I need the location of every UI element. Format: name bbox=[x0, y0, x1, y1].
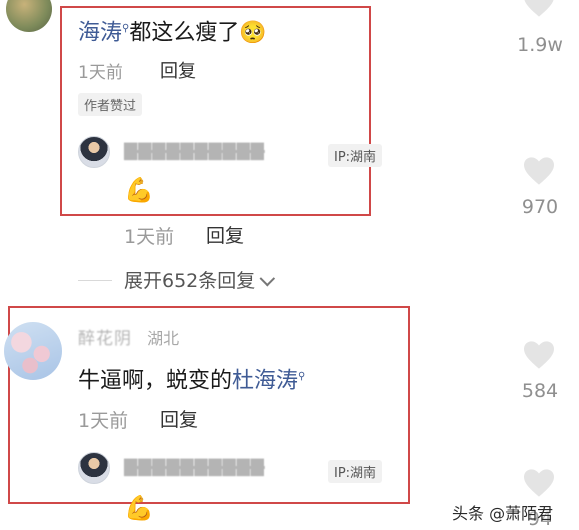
comment-time: 1天前 bbox=[124, 226, 175, 248]
like-count: 584 bbox=[521, 380, 559, 402]
pleading-emoji: 🥺 bbox=[239, 20, 267, 46]
redacted-username: ▇▇▇▇▇▇▇▇▇▇ bbox=[124, 141, 265, 161]
like-count: 1.9w bbox=[517, 34, 563, 56]
avatar[interactable] bbox=[78, 136, 110, 168]
comment-author[interactable]: 醉花阴 bbox=[78, 329, 132, 349]
ip-location-badge: IP:湖南 bbox=[328, 460, 383, 483]
divider bbox=[78, 280, 112, 281]
comment-header: 醉花阴 湖北 bbox=[78, 324, 179, 349]
like-heart-icon[interactable] bbox=[522, 468, 556, 498]
expand-replies-link[interactable]: 展开652条回复 bbox=[124, 266, 276, 293]
search-icon[interactable]: ⚲ bbox=[298, 371, 305, 382]
reply-button[interactable]: 回复 bbox=[160, 405, 198, 432]
expand-replies-label: 展开652条回复 bbox=[124, 270, 256, 292]
ip-location-badge: IP:湖南 bbox=[328, 144, 383, 167]
comment-time: 1天前 bbox=[78, 410, 129, 432]
comment-time: 1天前 bbox=[78, 63, 123, 83]
watermark: 头条 @萧陌君 bbox=[452, 504, 554, 523]
comment-author-link[interactable]: 海涛 bbox=[78, 20, 122, 45]
reply-button[interactable]: 回复 bbox=[206, 221, 244, 248]
like-heart-icon[interactable] bbox=[522, 156, 556, 186]
comment-text-line: 海涛⚲都这么瘦了🥺 bbox=[78, 14, 267, 48]
flexed-biceps-emoji: 💪 bbox=[124, 176, 154, 204]
avatar[interactable] bbox=[78, 452, 110, 484]
avatar[interactable] bbox=[6, 0, 52, 32]
ip-location: 湖北 bbox=[147, 329, 180, 348]
like-heart-icon[interactable] bbox=[522, 0, 556, 18]
author-liked-badge: 作者赞过 bbox=[78, 93, 143, 116]
reply-button[interactable]: 回复 bbox=[160, 57, 196, 83]
flexed-biceps-emoji: 💪 bbox=[124, 494, 154, 522]
chevron-down-icon bbox=[259, 270, 276, 287]
comment-text: 牛逼啊，蜕变的 bbox=[78, 368, 233, 394]
comment-text: 都这么瘦了 bbox=[129, 20, 240, 46]
comment-text-line: 牛逼啊，蜕变的杜海涛⚲ bbox=[78, 362, 305, 396]
like-count: 970 bbox=[521, 196, 559, 218]
redacted-username: ▇▇▇▇▇▇▇▇▇▇ bbox=[124, 457, 265, 477]
avatar[interactable] bbox=[4, 322, 62, 380]
like-heart-icon[interactable] bbox=[522, 340, 556, 370]
mention-link[interactable]: 杜海涛 bbox=[232, 368, 298, 393]
